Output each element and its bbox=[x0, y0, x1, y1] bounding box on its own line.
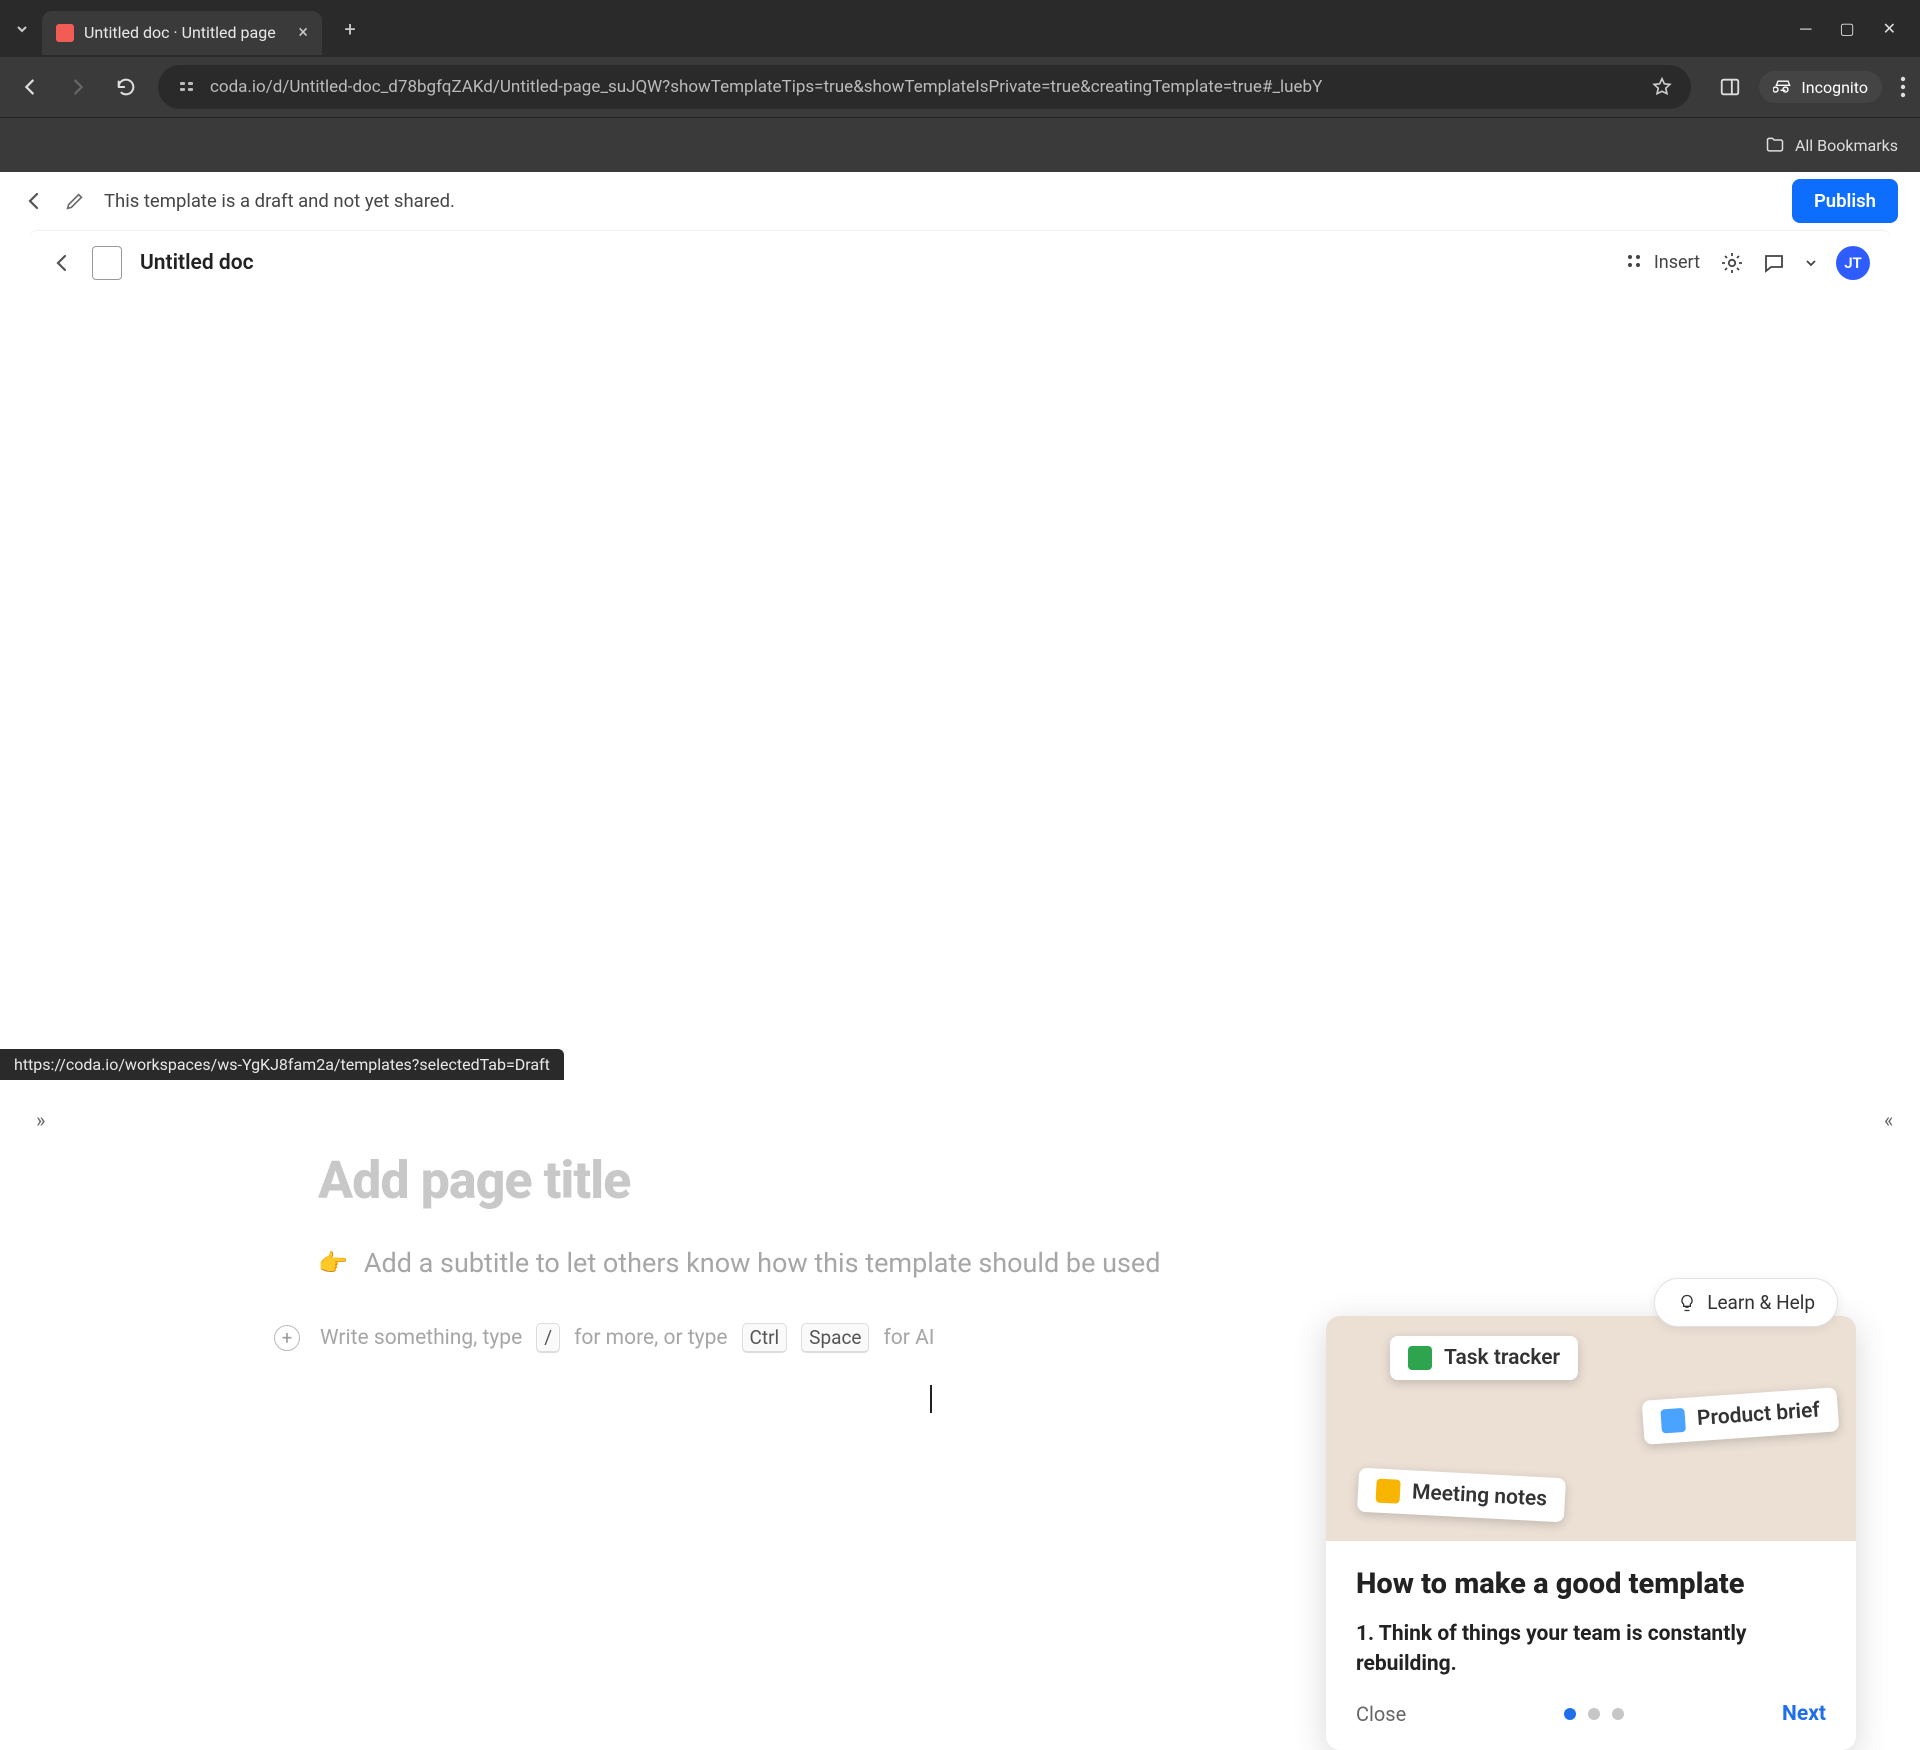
banner-message: This template is a draft and not yet sha… bbox=[104, 190, 455, 212]
pointing-hand-icon: 👉 bbox=[318, 1249, 348, 1277]
template-chip-task-tracker: Task tracker bbox=[1390, 1336, 1578, 1380]
tutorial-close-button[interactable]: Close bbox=[1356, 1702, 1406, 1726]
user-avatar[interactable]: JT bbox=[1836, 246, 1870, 280]
document-body[interactable]: Add page title 👉 Add a subtitle to let o… bbox=[28, 1080, 1178, 1353]
incognito-icon bbox=[1773, 77, 1793, 97]
side-panel-icon[interactable] bbox=[1719, 76, 1741, 98]
url-text: coda.io/d/Untitled-doc_d78bgfqZAKd/Untit… bbox=[210, 77, 1322, 97]
template-chip-product-brief: Product brief bbox=[1642, 1387, 1840, 1444]
task-tracker-icon bbox=[1408, 1346, 1432, 1370]
doc-back-button[interactable] bbox=[50, 251, 74, 275]
tab-title: Untitled doc · Untitled page bbox=[84, 23, 276, 42]
right-panel-collapse-button[interactable]: « bbox=[1884, 1108, 1910, 1134]
publish-button[interactable]: Publish bbox=[1792, 179, 1898, 223]
comments-button[interactable] bbox=[1762, 251, 1786, 275]
meeting-notes-icon bbox=[1375, 1479, 1400, 1504]
maximize-button[interactable]: ▢ bbox=[1839, 19, 1854, 39]
window-controls: ─ ▢ ✕ bbox=[1800, 19, 1912, 39]
tab-close-button[interactable]: × bbox=[298, 22, 308, 43]
nav-back-button[interactable] bbox=[14, 71, 46, 103]
browser-titlebar: Untitled doc · Untitled page × + ─ ▢ ✕ bbox=[0, 0, 1920, 57]
settings-gear-icon[interactable] bbox=[1720, 251, 1744, 275]
insert-grid-icon bbox=[1626, 253, 1646, 273]
page-title-input[interactable]: Add page title bbox=[318, 1150, 1178, 1211]
tutorial-step-text: 1. Think of things your team is constant… bbox=[1356, 1619, 1826, 1680]
browser-chrome: Untitled doc · Untitled page × + ─ ▢ ✕ c… bbox=[0, 0, 1920, 172]
tutorial-popover: Task tracker Product brief Meeting notes… bbox=[1326, 1316, 1856, 1750]
close-window-button[interactable]: ✕ bbox=[1883, 19, 1896, 39]
all-bookmarks-label[interactable]: All Bookmarks bbox=[1795, 136, 1898, 155]
browser-toolbar-actions: Incognito bbox=[1719, 71, 1906, 103]
document-toolbar: Untitled doc Insert JT bbox=[28, 230, 1892, 294]
tutorial-title: How to make a good template bbox=[1356, 1567, 1826, 1601]
ctrl-key: Ctrl bbox=[742, 1323, 788, 1353]
coda-favicon-icon bbox=[56, 24, 74, 42]
slash-key: / bbox=[536, 1323, 560, 1353]
coda-app: This template is a draft and not yet sha… bbox=[0, 172, 1920, 1080]
site-info-icon[interactable] bbox=[176, 76, 198, 98]
compose-hint[interactable]: + Write something, type / for more, or t… bbox=[318, 1323, 1178, 1353]
space-key: Space bbox=[801, 1323, 869, 1353]
status-bar-url: https://coda.io/workspaces/ws-YgKJ8fam2a… bbox=[0, 1049, 564, 1080]
doc-title[interactable]: Untitled doc bbox=[140, 251, 254, 275]
lightbulb-icon bbox=[1677, 1293, 1697, 1313]
browser-tab-active[interactable]: Untitled doc · Untitled page × bbox=[42, 11, 322, 55]
template-chip-meeting-notes: Meeting notes bbox=[1357, 1468, 1566, 1523]
insert-inline-button[interactable]: + bbox=[274, 1325, 300, 1351]
product-brief-icon bbox=[1660, 1408, 1686, 1434]
nav-forward-button[interactable] bbox=[62, 71, 94, 103]
comments-dropdown-icon[interactable] bbox=[1804, 256, 1818, 270]
insert-button[interactable]: Insert bbox=[1626, 252, 1700, 273]
dot-3[interactable] bbox=[1612, 1708, 1624, 1720]
tab-search-button[interactable] bbox=[8, 15, 36, 43]
pencil-icon[interactable] bbox=[64, 190, 86, 212]
tutorial-progress-dots bbox=[1564, 1708, 1624, 1720]
bookmark-star-icon[interactable] bbox=[1651, 76, 1673, 98]
minimize-button[interactable]: ─ bbox=[1800, 19, 1811, 39]
tutorial-next-button[interactable]: Next bbox=[1782, 1702, 1826, 1726]
url-input[interactable]: coda.io/d/Untitled-doc_d78bgfqZAKd/Untit… bbox=[158, 65, 1691, 109]
incognito-badge[interactable]: Incognito bbox=[1759, 71, 1882, 103]
subtitle-input[interactable]: Add a subtitle to let others know how th… bbox=[364, 1247, 1161, 1279]
dot-1[interactable] bbox=[1564, 1708, 1576, 1720]
editor-canvas: » « Add page title 👉 Add a subtitle to l… bbox=[28, 1080, 1892, 1353]
banner-back-button[interactable] bbox=[22, 189, 46, 213]
browser-menu-button[interactable] bbox=[1900, 76, 1906, 98]
browser-address-bar: coda.io/d/Untitled-doc_d78bgfqZAKd/Untit… bbox=[0, 57, 1920, 117]
learn-and-help-button[interactable]: Learn & Help bbox=[1654, 1278, 1838, 1327]
dot-2[interactable] bbox=[1588, 1708, 1600, 1720]
tutorial-illustration: Task tracker Product brief Meeting notes bbox=[1326, 1316, 1856, 1541]
doc-page-icon[interactable] bbox=[92, 246, 122, 280]
new-tab-button[interactable]: + bbox=[334, 13, 366, 45]
bookmarks-bar: All Bookmarks bbox=[0, 117, 1920, 172]
reload-button[interactable] bbox=[110, 71, 142, 103]
left-panel-expand-button[interactable]: » bbox=[36, 1108, 62, 1134]
text-cursor bbox=[930, 1385, 932, 1413]
all-bookmarks-folder-icon[interactable] bbox=[1765, 135, 1785, 155]
template-draft-banner: This template is a draft and not yet sha… bbox=[0, 172, 1920, 230]
